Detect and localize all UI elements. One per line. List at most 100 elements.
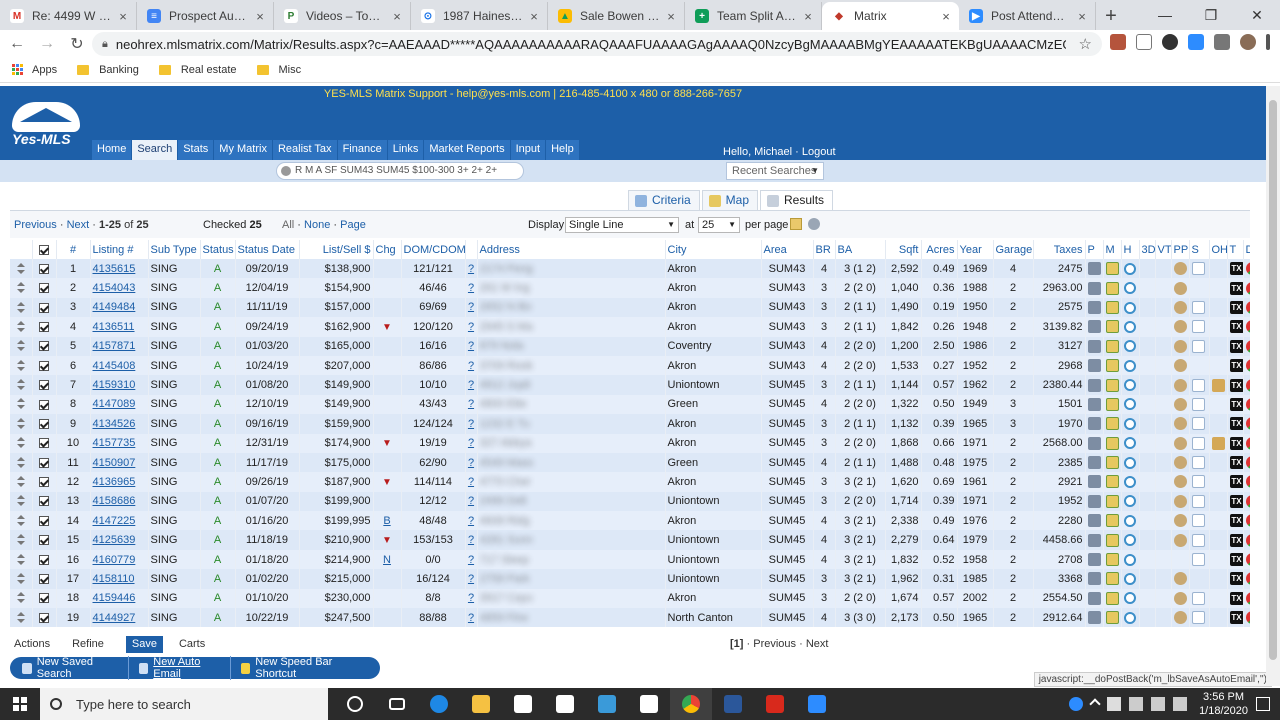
- document-center-icon[interactable]: [1245, 378, 1250, 392]
- column-header[interactable]: Status Date: [235, 240, 300, 259]
- browser-tab[interactable]: ▲ Sale Bowen - Goo ×: [548, 2, 685, 30]
- history-icon[interactable]: [1123, 379, 1136, 392]
- select-page-link[interactable]: Page: [340, 219, 366, 231]
- photos-icon[interactable]: [1087, 436, 1101, 450]
- mail-icon[interactable]: [628, 688, 670, 720]
- photos-icon[interactable]: [1087, 533, 1101, 547]
- reorder-icon[interactable]: [16, 359, 26, 372]
- row-checkbox[interactable]: [39, 593, 49, 604]
- info-question-icon[interactable]: ?: [468, 398, 474, 410]
- address[interactable]: 4812 Jupit: [477, 375, 666, 395]
- close-tab-icon[interactable]: ×: [939, 9, 953, 24]
- info-question-icon[interactable]: ?: [468, 282, 474, 294]
- circle-extension-icon[interactable]: [1162, 34, 1178, 50]
- column-header[interactable]: #: [56, 240, 91, 259]
- document-center-icon[interactable]: [1245, 456, 1250, 470]
- bookmark-apps[interactable]: Apps: [12, 64, 57, 76]
- reorder-icon[interactable]: [16, 340, 26, 352]
- column-header[interactable]: Listing #: [90, 240, 149, 259]
- info-question-icon[interactable]: ?: [468, 534, 474, 546]
- nav-home[interactable]: Home: [92, 140, 132, 160]
- row-checkbox[interactable]: [39, 360, 49, 371]
- column-header[interactable]: H: [1121, 240, 1140, 259]
- table-row[interactable]: 1 4135615 SING A 09/20/19 $138,900 121/121? 217…: [10, 259, 1250, 279]
- history-icon[interactable]: [1123, 282, 1136, 295]
- row-checkbox[interactable]: [39, 283, 49, 294]
- settings-gear-icon[interactable]: [808, 218, 820, 230]
- history-icon[interactable]: [1123, 417, 1136, 430]
- browser-tab[interactable]: M Re: 4499 W 139th ×: [0, 2, 137, 30]
- column-header[interactable]: City: [665, 240, 762, 259]
- tax-record-icon[interactable]: TX: [1229, 553, 1242, 567]
- document-center-icon[interactable]: [1245, 591, 1250, 605]
- tax-record-icon[interactable]: TX: [1229, 591, 1242, 605]
- listing-link[interactable]: 4160779: [93, 554, 136, 566]
- column-header[interactable]: DOM/CDOM: [401, 240, 466, 259]
- listing-link[interactable]: 4134526: [93, 418, 136, 430]
- change-code-link[interactable]: N: [383, 554, 391, 566]
- reorder-icon[interactable]: [16, 456, 26, 469]
- speed-bar-input[interactable]: R M A SF SUM43 SUM45 $100-300 3+ 2+ 2+: [276, 162, 524, 180]
- listing-link[interactable]: 4125639: [93, 534, 136, 546]
- nav-links[interactable]: Links: [387, 140, 424, 160]
- tax-record-icon[interactable]: TX: [1229, 436, 1242, 450]
- reorder-icon[interactable]: [16, 301, 26, 314]
- history-icon[interactable]: [1123, 592, 1136, 605]
- open-house-icon[interactable]: [1211, 436, 1225, 450]
- tax-record-icon[interactable]: TX: [1229, 359, 1242, 373]
- supplement-icon[interactable]: [1191, 397, 1205, 411]
- close-tab-icon[interactable]: ×: [801, 9, 815, 24]
- row-checkbox[interactable]: [39, 457, 49, 468]
- row-checkbox[interactable]: [39, 554, 49, 565]
- photos-icon[interactable]: [1087, 514, 1101, 528]
- photos-icon[interactable]: [1087, 553, 1101, 567]
- map-icon[interactable]: [1105, 456, 1119, 470]
- table-row[interactable]: 4 4136511 SING A 09/24/19 $162,900 ▼ 120/120? 29…: [10, 317, 1250, 337]
- previous-link[interactable]: Previous: [14, 219, 57, 231]
- column-header[interactable]: DC: [1243, 240, 1250, 259]
- history-icon[interactable]: [1123, 437, 1136, 450]
- table-row[interactable]: 19 4144927 SING A 10/22/19 $247,500 88/88? 4859…: [10, 608, 1250, 628]
- chevron-up-icon[interactable]: [1089, 698, 1101, 710]
- document-center-icon[interactable]: [1245, 436, 1250, 450]
- info-question-icon[interactable]: ?: [468, 573, 474, 585]
- tax-record-icon[interactable]: TX: [1229, 514, 1242, 528]
- reorder-icon[interactable]: [16, 514, 26, 527]
- taskbar-clock[interactable]: 3:56 PM 1/18/2020: [1199, 690, 1248, 718]
- per-page-select[interactable]: 25 ▼: [698, 217, 740, 233]
- table-row[interactable]: 5 4157871 SING A 01/03/20 $165,000 16/16? 879 N…: [10, 336, 1250, 356]
- price-point-icon[interactable]: [1173, 591, 1187, 605]
- listing-link[interactable]: 4136511: [93, 321, 135, 333]
- menu-extension-icon[interactable]: [1214, 34, 1230, 50]
- supplement-icon[interactable]: [1191, 436, 1205, 450]
- nav-my-matrix[interactable]: My Matrix: [214, 140, 272, 160]
- close-tab-icon[interactable]: ×: [664, 9, 678, 24]
- tax-record-icon[interactable]: TX: [1229, 281, 1242, 295]
- price-point-icon[interactable]: [1173, 320, 1187, 334]
- info-question-icon[interactable]: ?: [468, 263, 474, 275]
- history-icon[interactable]: [1123, 340, 1136, 353]
- photos-icon[interactable]: [1087, 262, 1101, 276]
- listing-link[interactable]: 4157735: [93, 437, 136, 449]
- supplement-icon[interactable]: [1191, 320, 1205, 334]
- address[interactable]: 4608 Ridg: [477, 511, 666, 531]
- supplement-icon[interactable]: [1191, 339, 1205, 353]
- map-icon[interactable]: [1105, 397, 1119, 411]
- table-row[interactable]: 15 4125639 SING A 11/18/19 $210,900 ▼ 153/153? 4…: [10, 530, 1250, 550]
- volume-icon[interactable]: [1151, 697, 1166, 711]
- price-point-icon[interactable]: [1173, 494, 1187, 508]
- address[interactable]: 327 Abbya: [477, 433, 666, 453]
- tax-record-icon[interactable]: TX: [1229, 339, 1242, 353]
- table-row[interactable]: 8 4147089 SING A 12/10/19 $149,900 43/43? 4800 …: [10, 394, 1250, 415]
- store-icon[interactable]: [502, 688, 544, 720]
- table-row[interactable]: 14 4147225 SING A 01/16/20 $199,995 B 48/48? 460…: [10, 511, 1250, 531]
- reorder-icon[interactable]: [16, 553, 26, 566]
- photos-icon[interactable]: [1087, 417, 1101, 431]
- close-window-icon[interactable]: ✕: [1234, 0, 1280, 30]
- row-checkbox[interactable]: [39, 515, 49, 526]
- map-icon[interactable]: [1105, 262, 1119, 276]
- nav-help[interactable]: Help: [546, 140, 579, 160]
- row-checkbox[interactable]: [39, 302, 49, 313]
- zoom-extension-icon[interactable]: [1188, 34, 1204, 50]
- nav-input[interactable]: Input: [510, 140, 546, 160]
